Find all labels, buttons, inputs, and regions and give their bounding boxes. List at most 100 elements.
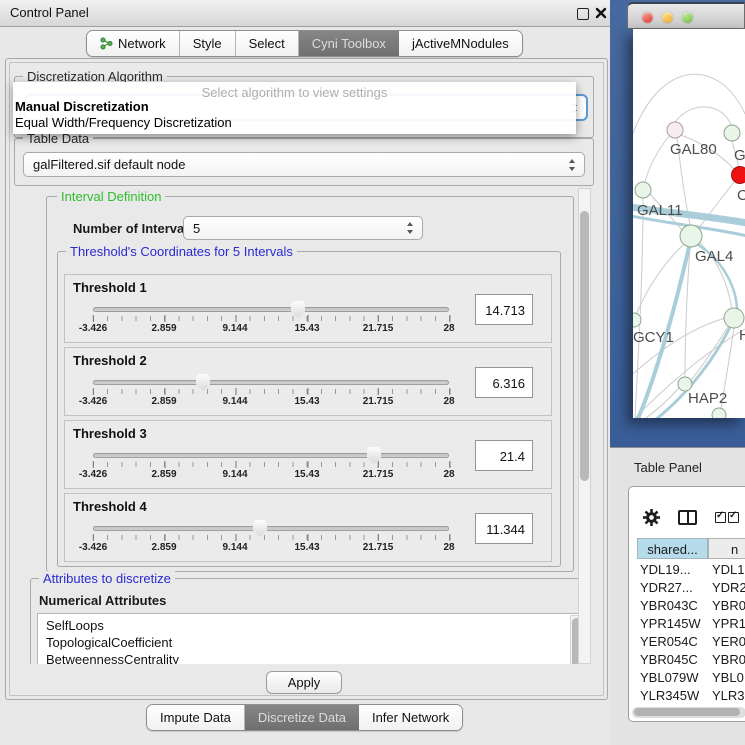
tab-select[interactable]: Select [236, 31, 299, 56]
tab-cyni-toolbox[interactable]: Cyni Toolbox [299, 31, 399, 56]
minimize-traffic-light-icon[interactable] [662, 12, 673, 23]
tick-strip [93, 535, 450, 540]
select-checkbox-icon[interactable] [728, 512, 739, 523]
node-top-right [724, 125, 740, 141]
algorithm-placeholder: Select algorithm to view settings [13, 85, 576, 100]
threshold-2-value-field[interactable]: 6.316 [475, 367, 533, 398]
attributes-groupbox: Attributes to discretize Numerical Attri… [30, 578, 578, 664]
threshold-3-label: Threshold 3 [73, 426, 147, 441]
node-gal80 [667, 122, 683, 138]
tab-jactivemnodules[interactable]: jActiveMNodules [399, 31, 522, 56]
tab-style[interactable]: Style [180, 31, 236, 56]
tab-network[interactable]: Network [87, 31, 180, 56]
screen: Control Panel Network Style Select Cyni … [0, 0, 745, 745]
list-scrollbar[interactable] [570, 615, 578, 664]
attributes-group-title: Attributes to discretize [39, 571, 175, 586]
table-row[interactable]: YPR145WYPR1 [629, 615, 745, 633]
table-row[interactable]: YLR345WYLR3 [629, 687, 745, 705]
tab-infer-network[interactable]: Infer Network [359, 705, 462, 730]
threshold-1-panel: Threshold 1 -3.426 2.859 9.144 15.43 21.… [64, 274, 552, 343]
node-bottom [712, 408, 726, 418]
list-item[interactable]: SelfLoops [38, 614, 578, 634]
apply-button[interactable]: Apply [266, 671, 342, 694]
threshold-3-value-field[interactable]: 21.4 [475, 440, 533, 471]
maximize-traffic-light-icon[interactable] [682, 12, 693, 23]
tick-strip [93, 316, 450, 321]
dropdown-option-manual[interactable]: Manual Discretization [15, 99, 149, 115]
threshold-3-slider-track[interactable] [93, 453, 449, 458]
close-traffic-light-icon[interactable] [642, 12, 653, 23]
node-label-gal11: GAL11 [637, 202, 683, 219]
number-of-intervals-combobox[interactable]: 5 [183, 216, 423, 240]
node-gal4 [680, 225, 702, 247]
tab-impute-data[interactable]: Impute Data [147, 705, 245, 730]
node-label-partial-h: H [739, 327, 745, 344]
table-row[interactable]: YBR043CYBR0 [629, 597, 745, 615]
numerical-attributes-list: SelfLoops TopologicalCoefficient Between… [37, 613, 578, 664]
dropdown-option-equal-width[interactable]: Equal Width/Frequency Discretization [15, 115, 232, 131]
combo-arrows-icon [407, 222, 414, 234]
control-panel-tabs: Network Style Select Cyni Toolbox jActiv… [86, 30, 523, 57]
number-of-intervals-label: Number of Intervals [73, 221, 195, 236]
algorithm-dropdown-popup: Select algorithm to view settings Manual… [13, 82, 576, 134]
network-window-titlebar[interactable] [627, 2, 745, 29]
combo-arrows-icon [569, 159, 576, 171]
node-label-gcy1: GCY1 [633, 329, 674, 346]
network-graph: GAL80 GA GAL11 C GAL4 GCY1 H HAP2 [633, 29, 745, 418]
table-row[interactable]: YDR27...YDR2 [629, 579, 745, 597]
close-icon[interactable] [595, 7, 607, 19]
threshold-4-label: Threshold 4 [73, 499, 147, 514]
threshold-4-slider-track[interactable] [93, 526, 449, 531]
table-data-combobox[interactable]: galFiltered.sif default node [23, 152, 585, 177]
table-row[interactable]: YDL19...YDL1 [629, 561, 745, 579]
float-window-icon[interactable] [577, 8, 589, 20]
node-label-partial-top: GA [734, 147, 745, 164]
column-split-icon[interactable] [678, 510, 697, 525]
table-row[interactable]: YER054CYER0 [629, 633, 745, 651]
threshold-3-panel: Threshold 3 -3.426 2.859 9.144 15.43 21.… [64, 420, 552, 489]
node-label-hap2: HAP2 [688, 390, 727, 407]
node-label-gal80: GAL80 [670, 141, 717, 158]
interval-definition-title: Interval Definition [57, 189, 165, 204]
node-red [732, 167, 745, 184]
table-hscrollbar[interactable] [632, 707, 745, 718]
tick-strip [93, 389, 450, 394]
threshold-2-slider-track[interactable] [93, 380, 449, 385]
network-icon [100, 37, 113, 50]
node-hap2 [678, 377, 692, 391]
list-item[interactable]: TopologicalCoefficient [38, 634, 578, 651]
table-panel-title: Table Panel [634, 460, 702, 475]
network-view-canvas[interactable]: GAL80 GA GAL11 C GAL4 GCY1 H HAP2 [633, 29, 745, 418]
thresholds-group-title: Threshold's Coordinates for 5 Intervals [66, 244, 297, 259]
node-h [724, 308, 744, 328]
settings-scrollbar[interactable] [578, 188, 591, 664]
window-title: Control Panel [10, 5, 89, 20]
gear-icon[interactable] [643, 509, 660, 526]
tab-discretize-data[interactable]: Discretize Data [245, 705, 359, 730]
list-item[interactable]: BetweennessCentrality [38, 651, 578, 664]
node-label-gal4: GAL4 [695, 248, 733, 265]
threshold-4-value-field[interactable]: 11.344 [475, 513, 533, 544]
table-panel-area: Table Panel shared... n YDL19...YDL1 [610, 447, 745, 745]
threshold-2-label: Threshold 2 [73, 353, 147, 368]
control-panel-titlebar: Control Panel [0, 0, 612, 27]
threshold-1-label: Threshold 1 [73, 280, 147, 295]
table-row[interactable]: YBL079WYBL0 [629, 669, 745, 687]
threshold-1-slider-track[interactable] [93, 307, 449, 312]
threshold-1-value-field[interactable]: 14.713 [475, 294, 533, 325]
scrollbar-thumb[interactable] [580, 211, 589, 481]
select-checkbox-icon[interactable] [715, 512, 726, 523]
interval-definition-groupbox: Interval Definition Number of Intervals … [46, 196, 574, 572]
column-header-name[interactable]: n [708, 538, 745, 559]
node-gal11 [635, 182, 651, 198]
threshold-4-panel: Threshold 4 -3.426 2.859 9.144 15.43 21.… [64, 493, 552, 562]
tick-strip [93, 462, 450, 467]
table-row[interactable]: YBR045CYBR0 [629, 651, 745, 669]
scrollbar-thumb[interactable] [634, 708, 740, 716]
numerical-attributes-label: Numerical Attributes [39, 593, 166, 608]
cyni-bottom-tabs: Impute Data Discretize Data Infer Networ… [146, 704, 463, 731]
node-label-partial-c: C [737, 187, 745, 204]
threshold-2-panel: Threshold 2 -3.426 2.859 9.144 15.43 21.… [64, 347, 552, 416]
settings-scroll-viewport: Interval Definition Number of Intervals … [14, 188, 578, 664]
column-header-shared-name[interactable]: shared... [637, 538, 708, 559]
